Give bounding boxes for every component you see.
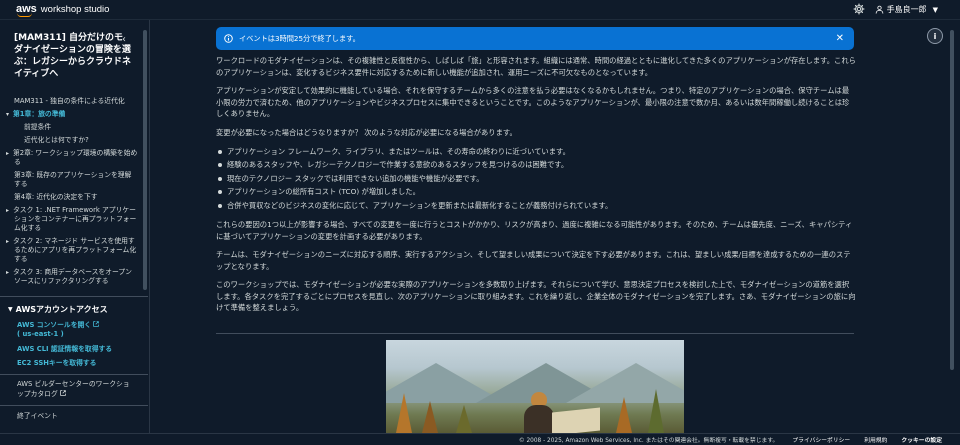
map-shape bbox=[552, 407, 600, 433]
chevron-right-icon: ▸ bbox=[6, 238, 10, 245]
nav-item-chapter3[interactable]: 第3章: 既存のアプリケーションを理解する bbox=[14, 171, 138, 189]
nav-item-task1[interactable]: ▸ タスク 1: .NET Framework アプリケーションをコンテナーに再プ… bbox=[6, 206, 138, 233]
journey-hero-image bbox=[386, 340, 684, 433]
external-link-icon bbox=[60, 389, 66, 396]
chevron-right-icon: ▸ bbox=[6, 150, 10, 157]
console-link-label: AWS コンソールを開く bbox=[17, 321, 92, 329]
footer: © 2008 - 2025, Amazon Web Services, Inc.… bbox=[0, 433, 960, 445]
help-info-button[interactable]: i bbox=[927, 28, 943, 44]
article-body: ワークロードのモダナイゼーションは、その複雑性と反復性から、しばしば「旅」と形容… bbox=[216, 55, 856, 321]
hiker-body bbox=[524, 405, 554, 433]
hiker-figure bbox=[524, 392, 554, 433]
chevron-right-icon: ▸ bbox=[6, 207, 10, 214]
main-scrollbar[interactable] bbox=[950, 30, 954, 370]
tree-shape bbox=[422, 401, 438, 433]
ssh-key-link[interactable]: EC2 SSHキーを取得する bbox=[17, 359, 96, 368]
tree-shape bbox=[456, 405, 472, 433]
event-time-notification: イベントは3時間25分で終了します。 ✕ bbox=[216, 27, 854, 50]
nav-label: 前提条件 bbox=[24, 123, 52, 131]
workshop-studio-logo[interactable]: aws workshop studio bbox=[16, 3, 110, 17]
notification-text: イベントは3時間25分で終了します。 bbox=[239, 33, 360, 43]
paragraph: ワークロードのモダナイゼーションは、その複雑性と反復性から、しばしば「旅」と形容… bbox=[216, 56, 856, 77]
terms-link[interactable]: 利用規約 bbox=[864, 435, 887, 444]
list-item: アプリケーション フレームワーク、ライブラリ、またはツールは、その寿命の終わりに… bbox=[216, 145, 856, 158]
nav-label: タスク 2: マネージド サービスを使用するためにアプリを再プラットフォーム化す… bbox=[13, 237, 137, 263]
chevron-down-icon: ▾ bbox=[6, 111, 10, 118]
nav-label: 第4章: 近代化の決定を下す bbox=[14, 193, 98, 201]
account-access-toggle[interactable]: ▼ AWSアカウントアクセス bbox=[8, 304, 108, 315]
list-item: アプリケーションの総所有コスト (TCO) が増加しました。 bbox=[216, 185, 856, 198]
copyright: © 2008 - 2025, Amazon Web Services, Inc.… bbox=[518, 438, 779, 444]
paragraph: 変更が必要になった場合はどうなりますか？ 次のような対応が必要になる場合がありま… bbox=[216, 127, 517, 137]
sidebar-nav: MAM311 - 独自の条件による近代化 ▾ 第1章：旅の準備 前提条件 近代化と… bbox=[6, 97, 138, 290]
close-icon[interactable]: ✕ bbox=[836, 33, 844, 44]
cookie-settings-link[interactable]: クッキーの設定 bbox=[901, 435, 942, 444]
tree-shape bbox=[616, 397, 632, 433]
top-navigation: aws workshop studio 手島良一郎 ▼ bbox=[0, 0, 960, 20]
divider bbox=[0, 405, 148, 406]
privacy-link[interactable]: プライバシーポリシー bbox=[792, 435, 850, 444]
nav-item-task2[interactable]: ▸ タスク 2: マネージド サービスを使用するためにアプリを再プラットフォーム化… bbox=[6, 237, 138, 264]
cli-credentials-link[interactable]: AWS CLI 認証情報を取得する bbox=[17, 345, 112, 354]
caret-down-icon: ▼ bbox=[8, 306, 13, 313]
builder-center-catalog-link[interactable]: AWS ビルダーセンターのワークショップカタログ bbox=[17, 380, 132, 399]
nav-item-intro[interactable]: MAM311 - 独自の条件による近代化 bbox=[14, 97, 138, 106]
nav-item-what-is-modernization[interactable]: 近代化とは何ですか? bbox=[14, 136, 138, 145]
builder-center-label: AWS ビルダーセンターのワークショップカタログ bbox=[17, 380, 130, 398]
nav-label: MAM311 - 独自の条件による近代化 bbox=[14, 97, 125, 105]
sidebar: [MAM311] 自分だけのモダナイゼーションの冒険を選ぶ：レガシーからクラウド… bbox=[0, 20, 150, 433]
info-icon bbox=[224, 34, 233, 43]
paragraph: アプリケーションが安定して効果的に機能している場合、それを保守するチームから多く… bbox=[216, 86, 850, 118]
paragraph: チームは、モダナイゼーションのニーズに対応する順序、実行するアクション、そして望… bbox=[216, 250, 851, 271]
open-console-link[interactable]: AWS コンソールを開く ( us-east-1 ) bbox=[17, 321, 100, 339]
gear-icon[interactable] bbox=[853, 0, 865, 19]
workshop-title: [MAM311] 自分だけのモダナイゼーションの冒険を選ぶ：レガシーからクラウド… bbox=[14, 33, 132, 79]
list-item: 現在のテクノロジー スタックでは利用できない追加の機能や機能が必要です。 bbox=[216, 172, 856, 185]
list-item: 合併や買収などのビジネスの変化に応じて、アプリケーションを更新または最新化するこ… bbox=[216, 199, 856, 212]
end-event-link[interactable]: 終了イベント bbox=[17, 412, 132, 422]
tree-shape bbox=[648, 389, 664, 433]
tree-shape bbox=[396, 393, 412, 433]
nav-label: タスク 3: 商用データベースをオープンソースにリファクタリングする bbox=[13, 268, 132, 285]
collapse-sidebar-icon[interactable]: ‹ bbox=[122, 34, 126, 45]
account-access-heading: AWSアカウントアクセス bbox=[15, 305, 108, 314]
paragraph: これらの要因の1つ以上が影響する場合、すべての変更を一度に行うとコストがかかり、… bbox=[216, 220, 853, 241]
nav-item-chapter4[interactable]: 第4章: 近代化の決定を下す bbox=[14, 193, 138, 202]
nav-label: 近代化とは何ですか? bbox=[24, 136, 89, 144]
section-divider bbox=[216, 333, 854, 334]
user-menu[interactable]: 手島良一郎 ▼ bbox=[875, 4, 938, 15]
divider bbox=[0, 296, 148, 297]
paragraph: このワークショップでは、モダナイゼーションが必要な実際のアプリケーションを多数取… bbox=[216, 280, 856, 313]
aws-logo: aws bbox=[16, 3, 37, 17]
list-item: 経験のあるスタッフや、レガシーテクノロジーで作業する意欲のあるスタッフを見つける… bbox=[216, 158, 856, 171]
user-icon bbox=[875, 5, 883, 14]
main-content: イベントは3時間25分で終了します。 ✕ i ワークロードのモダナイゼーションは… bbox=[150, 20, 960, 433]
nav-item-chapter1[interactable]: ▾ 第1章：旅の準備 bbox=[6, 110, 138, 119]
chevron-right-icon: ▸ bbox=[6, 269, 10, 276]
console-region: ( us-east-1 ) bbox=[17, 330, 64, 338]
divider bbox=[0, 374, 148, 375]
nav-item-prerequisites[interactable]: 前提条件 bbox=[14, 123, 138, 132]
nav-item-task3[interactable]: ▸ タスク 3: 商用データベースをオープンソースにリファクタリングする bbox=[6, 268, 138, 286]
nav-label: 第3章: 既存のアプリケーションを理解する bbox=[14, 171, 132, 188]
help-label: i bbox=[933, 31, 937, 41]
logo-text: workshop studio bbox=[40, 4, 110, 15]
nav-item-chapter2[interactable]: ▸ 第2章: ワークショップ環境の構築を始める bbox=[6, 149, 138, 167]
nav-label: 第1章：旅の準備 bbox=[13, 110, 66, 118]
nav-label: 第2章: ワークショップ環境の構築を始める bbox=[13, 149, 138, 166]
user-name: 手島良一郎 bbox=[886, 5, 927, 14]
sidebar-scrollbar[interactable] bbox=[143, 30, 147, 290]
bullet-list: アプリケーション フレームワーク、ライブラリ、またはツールは、その寿命の終わりに… bbox=[216, 145, 856, 212]
nav-label: タスク 1: .NET Framework アプリケーションをコンテナーに再プラ… bbox=[13, 206, 137, 232]
caret-down-icon: ▼ bbox=[932, 5, 938, 14]
external-link-icon bbox=[93, 321, 100, 327]
